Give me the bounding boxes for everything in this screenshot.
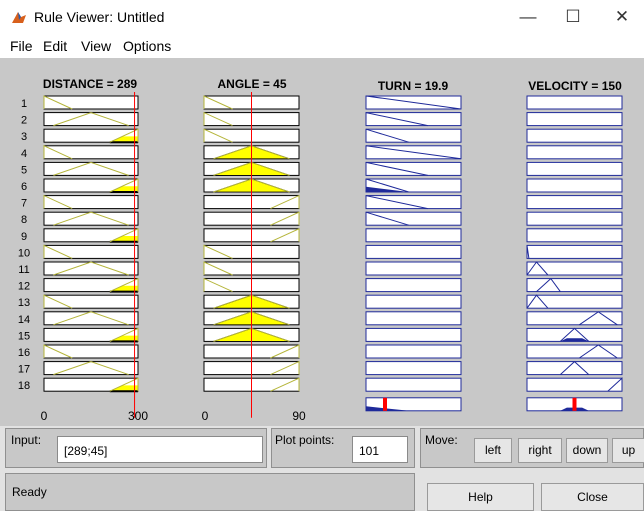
membership-box bbox=[365, 161, 462, 176]
rule-number: 1 bbox=[21, 98, 27, 110]
plot-points-frame: Plot points: 101 bbox=[271, 428, 415, 468]
rule-number: 5 bbox=[21, 164, 27, 176]
rule-number: 10 bbox=[18, 247, 30, 259]
move-right-button[interactable]: right bbox=[518, 438, 562, 463]
membership-box bbox=[526, 244, 623, 259]
move-left-button[interactable]: left bbox=[474, 438, 512, 463]
membership-box bbox=[365, 344, 462, 359]
input-field[interactable]: [289;45] bbox=[57, 436, 263, 463]
distance-axis-min: 0 bbox=[41, 409, 48, 423]
membership-box bbox=[526, 361, 623, 376]
membership-box bbox=[365, 244, 462, 259]
rule-number: 7 bbox=[21, 198, 27, 210]
membership-box bbox=[365, 211, 462, 226]
rule-plot-area[interactable]: DISTANCE = 289 ANGLE = 45 TURN = 19.9 VE… bbox=[0, 58, 644, 426]
rule-number: 15 bbox=[18, 330, 30, 342]
rule-number: 14 bbox=[18, 314, 30, 326]
membership-box bbox=[526, 161, 623, 176]
rule-viewer-canvas: DISTANCE = 289 ANGLE = 45 TURN = 19.9 VE… bbox=[0, 58, 644, 426]
membership-box bbox=[526, 195, 623, 210]
plot-points-field[interactable]: 101 bbox=[352, 436, 408, 463]
close-window-button[interactable]: ✕ bbox=[602, 4, 642, 30]
rule-number: 13 bbox=[18, 297, 30, 309]
rule-number: 17 bbox=[18, 364, 30, 376]
output-marker bbox=[383, 397, 387, 411]
output-marker bbox=[572, 397, 577, 411]
minimize-button[interactable]: — bbox=[508, 4, 548, 30]
membership-box bbox=[526, 278, 623, 293]
membership-box bbox=[365, 377, 462, 392]
membership-box bbox=[365, 361, 462, 376]
angle-header: ANGLE = 45 bbox=[217, 77, 286, 91]
menu-edit[interactable]: Edit bbox=[43, 38, 67, 54]
membership-box bbox=[526, 211, 623, 226]
plot-points-label: Plot points: bbox=[275, 433, 335, 447]
membership-box bbox=[526, 145, 623, 160]
distance-axis-max: 300 bbox=[128, 409, 148, 423]
input-label: Input: bbox=[11, 433, 42, 447]
membership-box bbox=[365, 327, 462, 342]
membership-box bbox=[365, 311, 462, 326]
control-panel: Input: [289;45] Plot points: 101 Move: l… bbox=[0, 426, 644, 511]
turn-header: TURN = 19.9 bbox=[378, 79, 449, 93]
membership-box bbox=[526, 261, 623, 276]
distance-header: DISTANCE = 289 bbox=[43, 77, 137, 91]
rule-number: 9 bbox=[21, 231, 27, 243]
rule-number: 2 bbox=[21, 115, 27, 127]
rule-number: 11 bbox=[18, 264, 29, 276]
title-bar: Rule Viewer: Untitled — ☐ ✕ bbox=[0, 0, 644, 34]
menu-file[interactable]: File bbox=[10, 38, 33, 54]
membership-box bbox=[365, 128, 462, 143]
input-frame: Input: [289;45] bbox=[5, 428, 267, 468]
maximize-button[interactable]: ☐ bbox=[553, 4, 593, 30]
membership-box bbox=[365, 112, 462, 127]
membership-box bbox=[526, 128, 623, 143]
menu-bar: File Edit View Options bbox=[0, 34, 644, 58]
membership-box bbox=[365, 294, 462, 309]
status-bar: Ready bbox=[5, 473, 415, 511]
move-label: Move: bbox=[425, 433, 458, 447]
rule-number: 4 bbox=[21, 148, 27, 160]
rule-number: 8 bbox=[21, 214, 27, 226]
angle-axis-min: 0 bbox=[202, 409, 209, 423]
membership-box bbox=[365, 261, 462, 276]
rule-number: 12 bbox=[18, 281, 30, 293]
status-text: Ready bbox=[12, 485, 47, 499]
membership-box bbox=[526, 228, 623, 243]
angle-axis-max: 90 bbox=[292, 409, 306, 423]
membership-box bbox=[365, 278, 462, 293]
move-down-button[interactable]: down bbox=[566, 438, 608, 463]
rule-number: 3 bbox=[21, 131, 27, 143]
close-button[interactable]: Close bbox=[541, 483, 644, 511]
membership-box bbox=[365, 228, 462, 243]
membership-box bbox=[526, 377, 623, 392]
membership-box bbox=[526, 95, 623, 110]
menu-options[interactable]: Options bbox=[123, 38, 171, 54]
membership-box bbox=[526, 178, 623, 193]
membership-box bbox=[526, 112, 623, 127]
rule-number: 18 bbox=[18, 380, 30, 392]
velocity-header: VELOCITY = 150 bbox=[528, 79, 622, 93]
membership-box bbox=[526, 294, 623, 309]
rule-number: 16 bbox=[18, 347, 30, 359]
menu-view[interactable]: View bbox=[81, 38, 111, 54]
help-button[interactable]: Help bbox=[427, 483, 534, 511]
matlab-icon bbox=[11, 9, 27, 25]
move-up-button[interactable]: up bbox=[612, 438, 644, 463]
rule-number: 6 bbox=[21, 181, 27, 193]
membership-box bbox=[365, 195, 462, 210]
window-title: Rule Viewer: Untitled bbox=[34, 9, 165, 25]
move-frame: Move: left right down up bbox=[420, 428, 644, 468]
